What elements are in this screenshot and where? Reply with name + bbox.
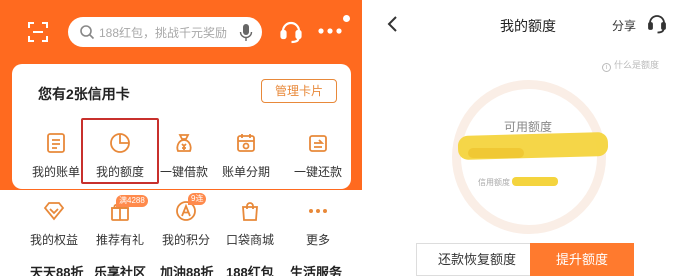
raise-quota-button[interactable]: 提升额度 [530,243,634,276]
grid-label: 我的积分 [161,233,210,247]
card-count-title: 您有2张信用卡 [38,86,130,102]
promo-life-services[interactable]: 生活服务 [290,262,342,276]
redacted-available-amount-stroke [468,148,524,158]
grid-label: 账单分期 [221,165,270,179]
promo-red-packet[interactable]: 188红包 [226,262,274,276]
what-is-quota-label: 什么是额度 [614,60,660,70]
grid-item-my-points[interactable]: 我的积分 [154,200,218,248]
grid-item-referral-gift[interactable]: 推荐有礼 [88,200,152,248]
restore-quota-button[interactable]: 还款恢复额度 [416,243,538,276]
grid-item-quick-repay[interactable]: 一键还款 [286,132,350,180]
search-bar[interactable]: 188红包，挑战千元奖励 [68,17,262,47]
share-button[interactable]: 分享 [612,17,636,34]
microphone-icon[interactable] [239,24,253,41]
promo-row: 天天88折 乐享社区 加油88折 188红包 生活服务 [0,262,362,276]
grid-item-installment[interactable]: 账单分期 [214,132,278,180]
grid-label: 推荐有礼 [95,233,144,247]
grid-label: 我的权益 [29,233,78,247]
quota-highlight-box [81,118,159,184]
credit-limit-label: 信用额度 [478,178,510,187]
what-is-quota-link[interactable]: i 什么是额度 [602,58,659,72]
notification-dot [343,15,350,22]
customer-service-icon[interactable] [648,14,666,34]
panel-divider [362,0,372,276]
grid-label: 我的账单 [31,165,80,179]
grid-item-pocket-mall[interactable]: 口袋商城 [218,200,282,248]
rights-diamond-icon [43,202,65,221]
grid-item-my-bill[interactable]: 我的账单 [24,132,88,180]
search-placeholder: 188红包，挑战千元奖励 [99,26,228,40]
redacted-credit-limit [512,177,558,186]
more-dots-icon [309,209,327,213]
loan-bag-icon [176,134,192,152]
grid-label: 更多 [305,233,330,247]
more-dots-icon[interactable] [318,27,342,35]
bill-icon [47,133,65,153]
manage-cards-button[interactable]: 管理卡片 [261,79,337,103]
grid-item-quick-loan[interactable]: 一键借款 [152,132,216,180]
available-quota-label: 可用额度 [503,120,552,134]
promo-daily-discount[interactable]: 天天88折 [30,262,83,276]
grid-item-more[interactable]: 更多 [286,200,350,248]
grid-label: 一键借款 [159,165,208,179]
promo-fuel-discount[interactable]: 加油88折 [160,262,213,276]
points-badge: 9连 [188,193,207,205]
my-quota-page: 我的额度 分享 i 什么是额度 可用额度 信用额度 还款恢复额度 提升额度 [372,0,684,276]
grid-item-my-rights[interactable]: 我的权益 [22,200,86,248]
installment-calendar-icon [237,134,255,152]
referral-badge: 满4288 [116,195,148,207]
credit-card-home-panel: 188红包，挑战千元奖励 您有2张信用卡 管理卡片 我的账单 我的额度 一键借款… [0,0,362,276]
page-title: 我的额度 [500,18,556,34]
scan-icon[interactable] [27,21,49,43]
customer-service-icon[interactable] [280,20,302,44]
grid-label: 一键还款 [293,165,342,179]
nav-header: 我的额度 分享 [372,0,684,50]
grid-label: 口袋商城 [225,233,274,247]
mall-bag-icon [242,202,258,221]
top-bar: 188红包，挑战千元奖励 [0,14,362,50]
info-icon: i [602,63,611,72]
repay-icon [309,135,327,152]
promo-community[interactable]: 乐享社区 [94,262,146,276]
search-icon [80,25,95,40]
